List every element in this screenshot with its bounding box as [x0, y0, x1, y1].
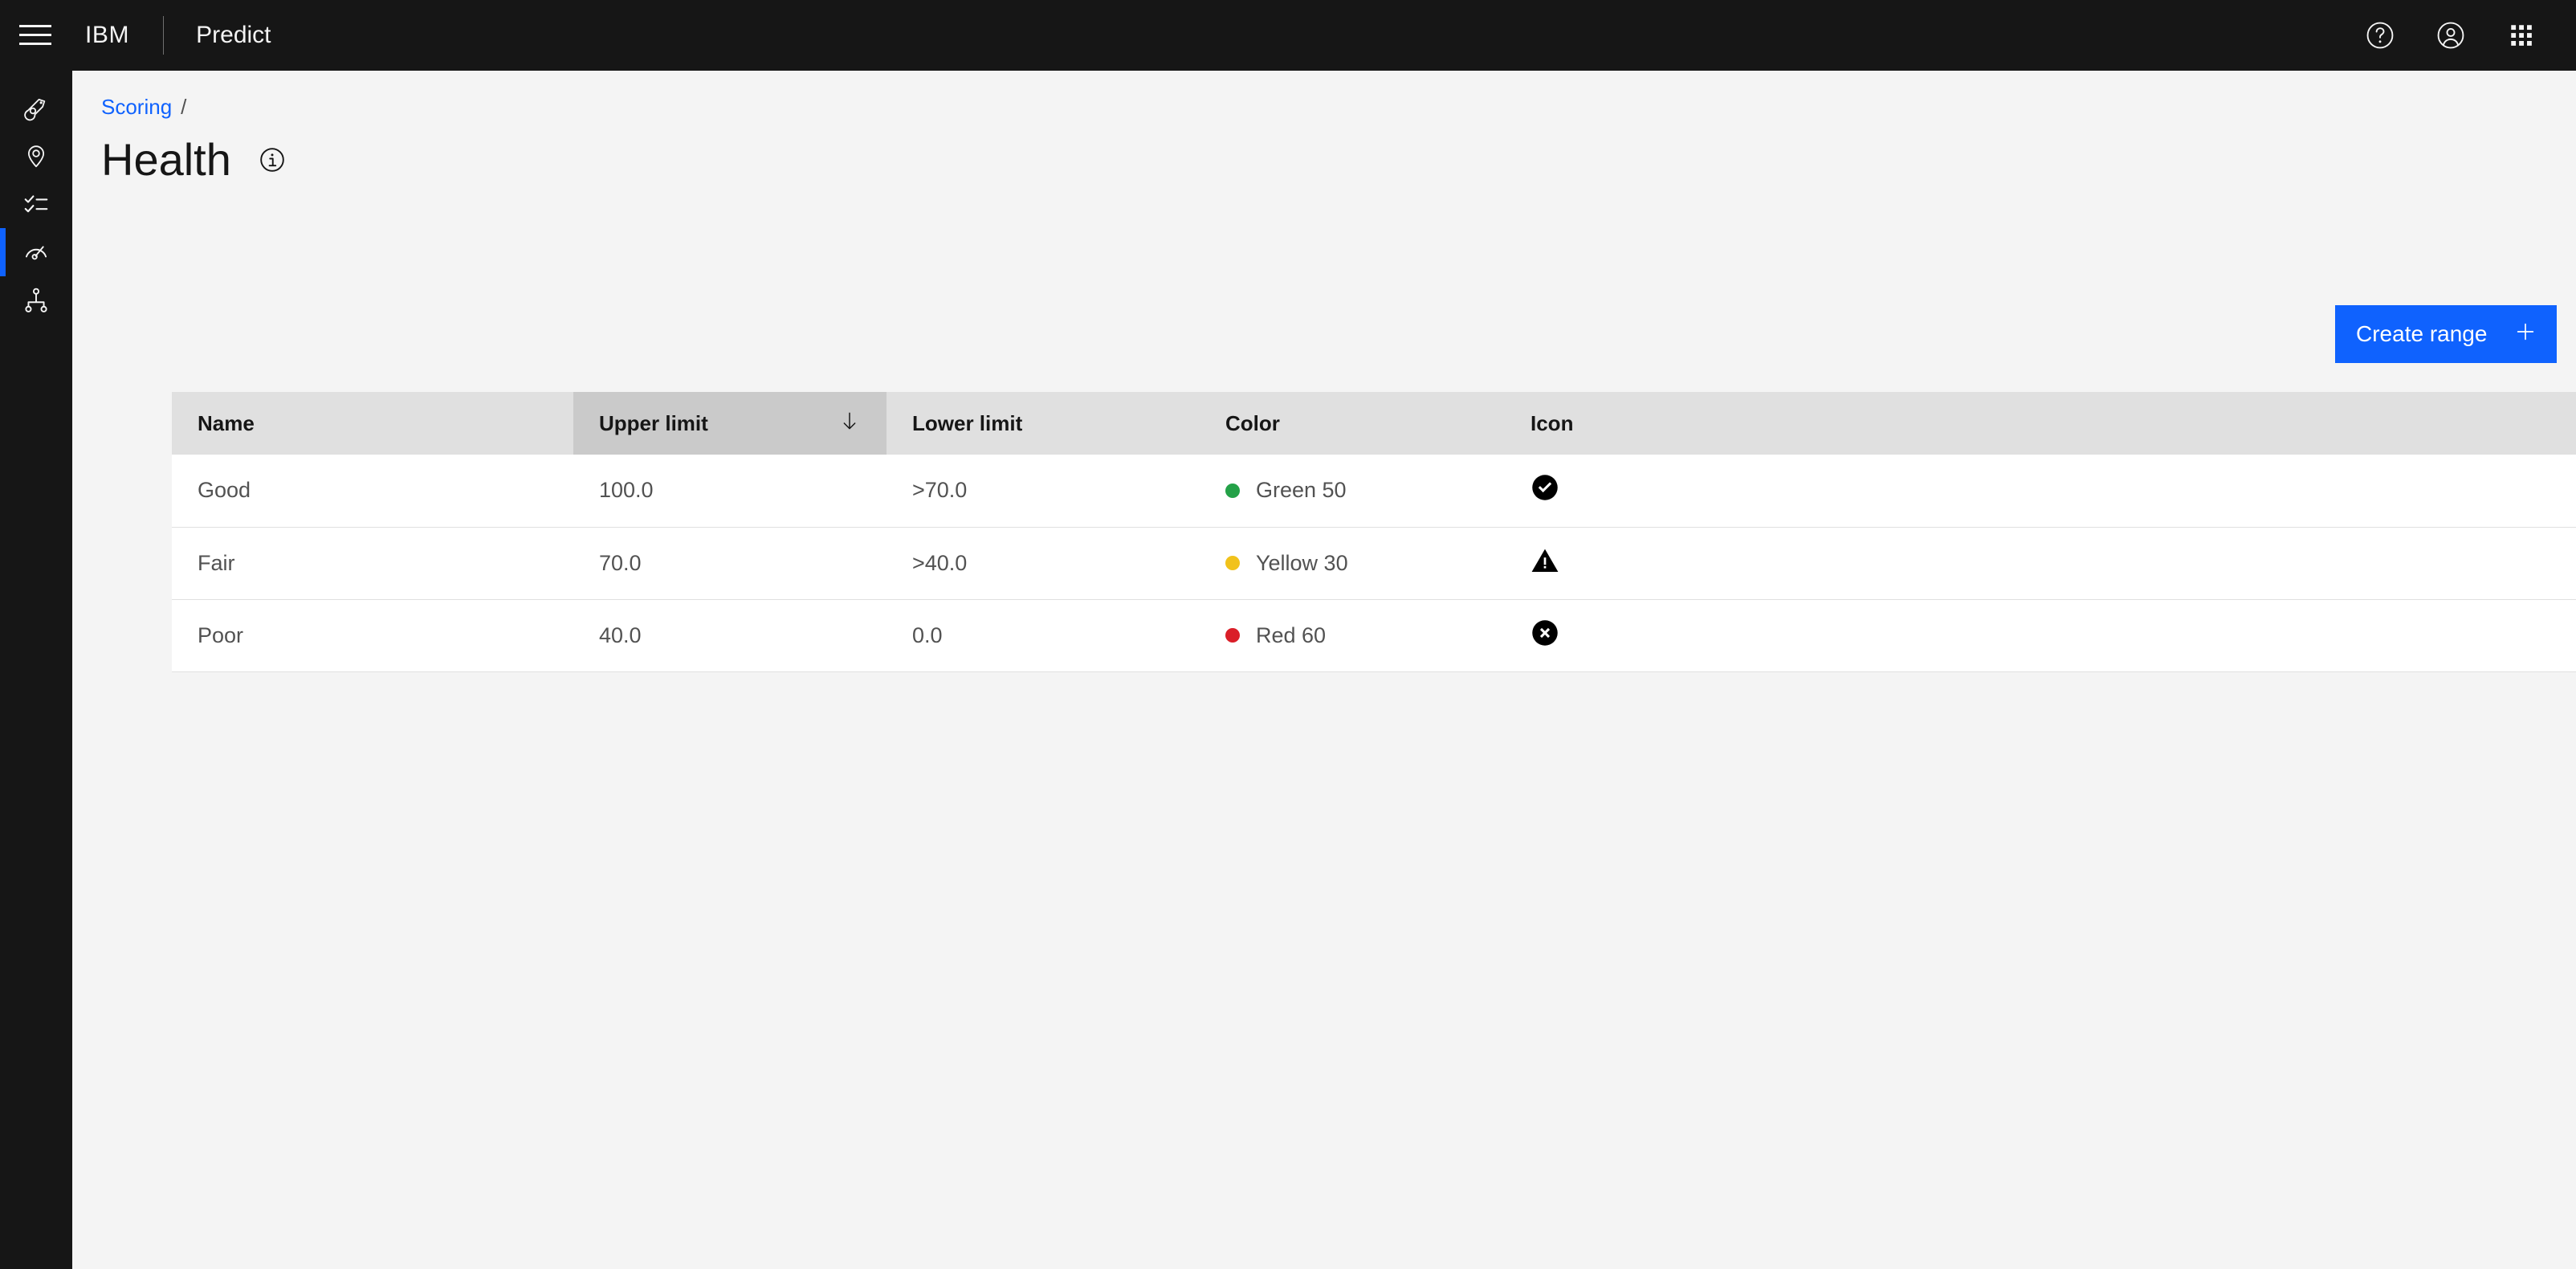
cell-color: Yellow 30	[1200, 527, 1505, 600]
column-header-name-label: Name	[198, 410, 255, 435]
hamburger-bars	[19, 23, 51, 47]
information-icon[interactable]	[259, 146, 286, 177]
column-header-color-label: Color	[1225, 410, 1280, 435]
page-title-row: Health	[101, 135, 286, 185]
main-content: Scoring / Health Create range Name Upper…	[72, 71, 2576, 1269]
sidebar-item-assets[interactable]	[0, 84, 72, 132]
cell-name: Fair	[172, 527, 573, 600]
user-avatar-icon[interactable]	[2415, 0, 2486, 71]
ranges-table: Name Upper limit Lower limit Color Icon …	[172, 392, 2576, 672]
checkmark-filled-icon	[1531, 473, 1559, 508]
error-filled-icon	[1531, 618, 1559, 653]
color-swatch	[1225, 556, 1240, 570]
cell-upper-limit: 100.0	[573, 455, 887, 528]
cell-lower-limit: 0.0	[887, 599, 1200, 672]
column-header-lower-limit-label: Lower limit	[912, 410, 1023, 435]
cell-icon	[1505, 455, 2576, 528]
warning-filled-icon	[1531, 546, 1559, 581]
table-header: Name Upper limit Lower limit Color Icon	[172, 392, 2576, 455]
column-header-icon-label: Icon	[1531, 410, 1574, 435]
sidebar-item-hierarchy[interactable]	[0, 276, 72, 324]
header-divider	[163, 16, 165, 55]
create-range-button[interactable]: Create range	[2335, 305, 2557, 363]
cell-lower-limit: >70.0	[887, 455, 1200, 528]
color-label: Yellow 30	[1256, 550, 1348, 575]
table-row[interactable]: Fair 70.0 >40.0 Yellow 30	[172, 527, 2576, 600]
cell-upper-limit: 70.0	[573, 527, 887, 600]
create-range-label: Create range	[2356, 321, 2488, 346]
breadcrumb-item-scoring[interactable]: Scoring	[101, 95, 172, 120]
cell-color: Red 60	[1200, 599, 1505, 672]
ranges-table-container: Name Upper limit Lower limit Color Icon …	[172, 392, 2576, 672]
page-title: Health	[101, 134, 231, 185]
cell-upper-limit: 40.0	[573, 599, 887, 672]
asset-icon	[22, 94, 50, 121]
location-pin-icon	[22, 142, 50, 169]
hamburger-menu-icon[interactable]	[0, 0, 71, 71]
cell-icon	[1505, 599, 2576, 672]
table-row[interactable]: Poor 40.0 0.0 Red 60	[172, 599, 2576, 672]
gauge-icon	[22, 239, 50, 266]
table-header-row: Name Upper limit Lower limit Color Icon	[172, 392, 2576, 455]
sidebar-rail	[0, 71, 72, 1269]
plus-icon	[2513, 320, 2537, 349]
color-label: Green 50	[1256, 478, 1347, 503]
color-swatch	[1225, 628, 1240, 643]
sidebar-item-locations[interactable]	[0, 132, 72, 180]
sidebar-item-tasks[interactable]	[0, 180, 72, 228]
cell-lower-limit: >40.0	[887, 527, 1200, 600]
app-header: IBM Predict	[0, 0, 2576, 71]
column-header-lower-limit[interactable]: Lower limit	[887, 392, 1200, 455]
brand-ibm[interactable]: IBM	[85, 22, 129, 49]
breadcrumb: Scoring /	[101, 95, 186, 120]
breadcrumb-separator: /	[181, 95, 187, 119]
column-header-name[interactable]: Name	[172, 392, 573, 455]
app-switcher-icon[interactable]	[2486, 0, 2557, 71]
column-header-upper-limit[interactable]: Upper limit	[573, 392, 887, 455]
color-swatch	[1225, 483, 1240, 498]
arrow-down-icon	[838, 410, 861, 438]
hierarchy-icon	[22, 287, 50, 314]
column-header-color[interactable]: Color	[1200, 392, 1505, 455]
cell-name: Good	[172, 455, 573, 528]
table-body: Good 100.0 >70.0 Green 50 Fair 70.0 >40.…	[172, 455, 2576, 672]
table-row[interactable]: Good 100.0 >70.0 Green 50	[172, 455, 2576, 528]
color-label: Red 60	[1256, 622, 1327, 647]
checklist-icon	[22, 190, 50, 218]
column-header-icon[interactable]: Icon	[1505, 392, 2576, 455]
column-header-upper-limit-label: Upper limit	[599, 410, 708, 435]
product-name[interactable]: Predict	[196, 22, 271, 49]
cell-icon	[1505, 527, 2576, 600]
cell-name: Poor	[172, 599, 573, 672]
cell-color: Green 50	[1200, 455, 1505, 528]
help-icon[interactable]	[2345, 0, 2415, 71]
sidebar-item-scoring[interactable]	[0, 228, 72, 276]
